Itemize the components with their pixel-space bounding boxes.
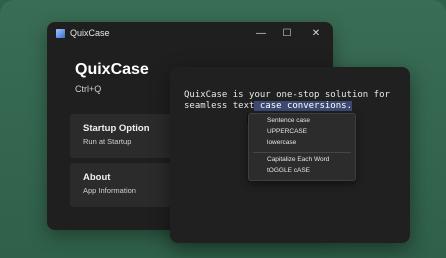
card-title: About xyxy=(83,172,111,183)
close-button[interactable]: ✕ xyxy=(308,26,324,42)
case-conversion-menu: Sentence case UPPERCASE lowercase Capita… xyxy=(248,113,356,181)
text-editor-window: QuixCase is your one-stop solution for s… xyxy=(170,67,410,243)
app-heading: QuixCase xyxy=(75,61,149,78)
menu-item-toggle-case[interactable]: tOGGLE cASE xyxy=(267,166,310,176)
menu-item-lowercase[interactable]: lowercase xyxy=(267,138,296,148)
shortcut-label: Ctrl+Q xyxy=(75,84,102,94)
card-title: Startup Option xyxy=(83,123,150,134)
menu-item-sentence-case[interactable]: Sentence case xyxy=(267,116,310,126)
editor-line-1: QuixCase is your one-stop solution for xyxy=(184,90,390,100)
maximize-button[interactable]: ☐ xyxy=(279,26,295,42)
editor-text[interactable]: QuixCase is your one-stop solution for s… xyxy=(184,90,404,112)
menu-divider xyxy=(253,152,351,153)
card-subtitle: App Information xyxy=(83,186,136,195)
background: QuixCase — ☐ ✕ QuixCase Ctrl+Q Startup O… xyxy=(0,0,446,258)
app-logo-icon xyxy=(56,29,65,38)
menu-item-capitalize-each-word[interactable]: Capitalize Each Word xyxy=(267,155,329,165)
window-title: QuixCase xyxy=(70,28,110,38)
menu-item-uppercase[interactable]: UPPERCASE xyxy=(267,127,307,137)
card-subtitle: Run at Startup xyxy=(83,137,132,146)
title-bar[interactable]: QuixCase — ☐ ✕ xyxy=(47,22,333,46)
selected-text[interactable]: case conversions. xyxy=(254,101,352,111)
minimize-button[interactable]: — xyxy=(253,26,269,42)
editor-line-2-plain: seamless text xyxy=(184,101,255,111)
